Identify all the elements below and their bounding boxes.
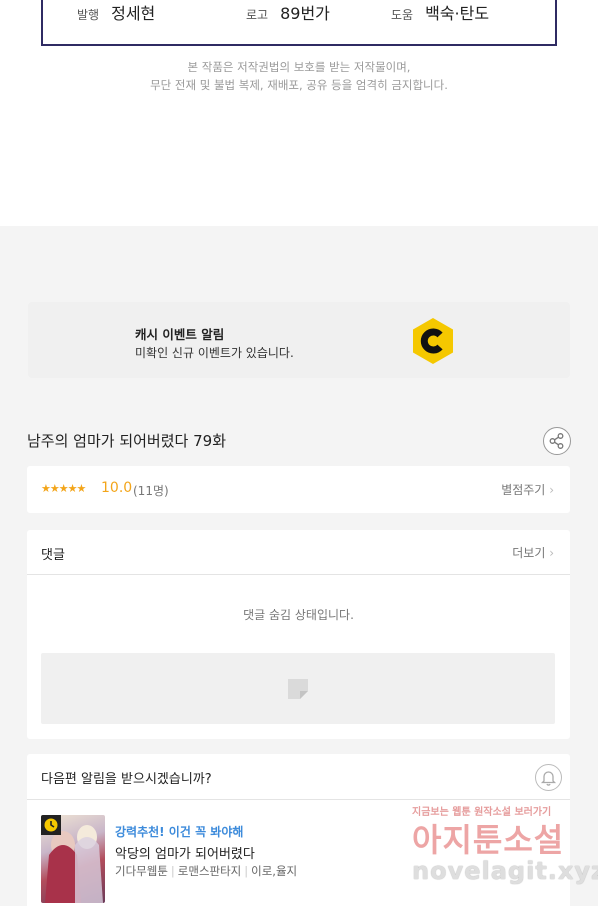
event-subtitle: 미확인 신규 이벤트가 있습니다. (135, 346, 294, 360)
comment-input-box[interactable] (41, 653, 555, 724)
author-names: 이로,율지 (251, 864, 298, 878)
note-icon (288, 679, 308, 699)
cash-event-banner[interactable]: 캐시 이벤트 알림 미확인 신규 이벤트가 있습니다. (28, 302, 570, 378)
credit-help-label: 도움 (391, 8, 414, 22)
clock-icon (44, 818, 58, 832)
credit-logo-value: 89번가 (280, 4, 330, 23)
rating-stars: ★★★★★ (41, 482, 86, 495)
credit-publish-label: 발행 (77, 8, 100, 22)
chevron-right-icon: › (549, 483, 554, 497)
alert-bell-button[interactable] (535, 764, 562, 791)
copyright-notice-line2: 무단 전재 및 불법 복제, 재배포, 공유 등을 엄격히 금지합니다. (150, 78, 448, 92)
credit-publish-value: 정세현 (111, 4, 156, 23)
bell-icon (540, 770, 556, 786)
comments-card: 댓글 더보기 › 댓글 숨김 상태입니다. (27, 530, 570, 739)
rating-votes: (11명) (133, 484, 169, 498)
divider (27, 799, 570, 800)
next-alert-question: 다음편 알림을 받으시겠습니까? (41, 772, 212, 787)
coin-c-icon (413, 318, 453, 364)
rating-card: ★★★★★ 10.0 (11명) 별점주기 › (27, 466, 570, 513)
credit-publish: 발행 정세현 (77, 0, 155, 26)
copyright-notice-line1: 본 작품은 저작권법의 보호를 받는 저작물이며, (187, 60, 411, 74)
chevron-right-icon: › (549, 546, 554, 560)
recommended-work-thumbnail[interactable] (41, 815, 105, 903)
recommended-work-title[interactable]: 악당의 엄마가 되어버렸다 (115, 843, 255, 862)
share-icon (549, 432, 563, 449)
rate-button-label: 별점주기 (501, 483, 546, 497)
credit-help-value: 백숙·탄도 (425, 4, 490, 23)
credits-section: 발행 정세현 로고 89번가 도움 백숙·탄도 본 작품은 저작권법의 보호를 … (0, 0, 598, 226)
event-title: 캐시 이벤트 알림 (135, 327, 225, 342)
credits-box: 발행 정세현 로고 89번가 도움 백숙·탄도 (41, 0, 557, 46)
comments-heading: 댓글 (41, 548, 65, 563)
genre-tag: 기다무웹툰 (115, 864, 168, 878)
credit-help: 도움 백숙·탄도 (391, 0, 489, 26)
rate-button[interactable]: 별점주기 › (501, 481, 554, 498)
next-episode-alert-card: 다음편 알림을 받으시겠습니까? 강력추천! 이건 꼭 봐야해 악당의 엄마가 … (27, 754, 570, 906)
recommended-work-meta: 기다무웹툰 | 로맨스판타지 | 이로,율지 (115, 864, 298, 878)
comments-hidden-message: 댓글 숨김 상태입니다. (243, 608, 354, 622)
comments-more-button[interactable]: 더보기 › (512, 544, 554, 561)
comments-more-label: 더보기 (512, 546, 546, 560)
credit-logo-label: 로고 (246, 8, 269, 22)
wait-free-badge (41, 815, 61, 835)
recommend-label: 강력추천! 이건 꼭 봐야해 (115, 825, 244, 839)
credit-logo: 로고 89번가 (246, 0, 330, 26)
episode-title: 남주의 엄마가 되어버렸다 79화 (27, 432, 226, 450)
share-button[interactable] (543, 427, 571, 455)
divider (27, 574, 570, 575)
rating-score: 10.0 (101, 480, 133, 496)
genre-tag: 로맨스판타지 (177, 864, 242, 878)
